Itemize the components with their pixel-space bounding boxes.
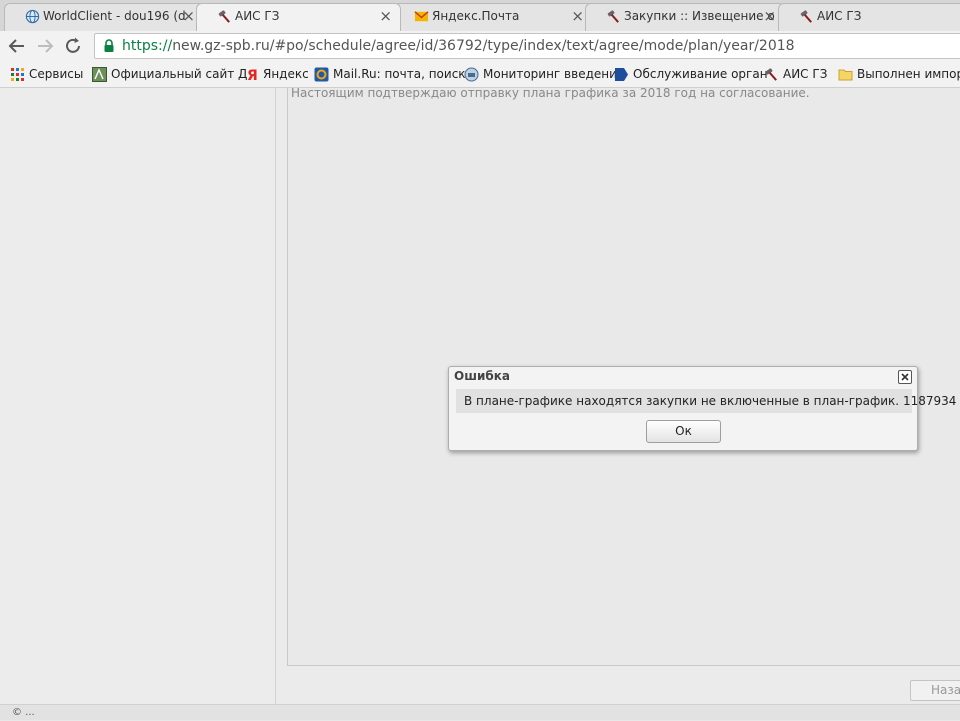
url-scheme: https:// — [122, 38, 173, 54]
bookmark-label: Mail.Ru: почта, поиск — [333, 67, 466, 81]
bookmark-label: Выполнен импорт — [857, 67, 960, 81]
bookmark-label: Обслуживание орган — [633, 67, 768, 81]
tab-yandex-mail[interactable]: Яндекс.Почта × — [393, 3, 593, 31]
hammer-icon — [800, 10, 812, 23]
close-icon[interactable]: × — [379, 4, 392, 28]
close-icon[interactable]: × — [763, 4, 776, 28]
bookmark-label: Мониторинг введени — [483, 67, 617, 81]
left-panel — [0, 88, 276, 704]
bookmark-mailru[interactable]: Mail.Ru: почта, поиск — [312, 62, 473, 87]
close-icon[interactable]: × — [571, 4, 584, 28]
tab-title: Закупки :: Извещение о — [624, 9, 775, 23]
bookmarks-bar: Сервисы Официальный сайт Д Я Яндекс Mail… — [0, 62, 960, 88]
site-icon — [92, 67, 107, 82]
bookmark-services[interactable]: Сервисы — [8, 62, 83, 87]
error-dialog: Ошибка В плане-графике находятся закупки… — [448, 366, 956, 451]
svg-text:Я: Я — [247, 68, 258, 82]
hammer-icon — [765, 68, 777, 81]
tab-ais-gz-2[interactable]: АИС ГЗ — [778, 3, 960, 31]
reload-icon[interactable] — [62, 35, 84, 57]
bookmark-official-site[interactable]: Официальный сайт Д — [90, 62, 251, 87]
address-bar[interactable]: https://new.gz-spb.ru/#po/schedule/agree… — [94, 33, 960, 59]
tab-worldclient[interactable]: WorldClient - dou196 (d × — [4, 3, 204, 31]
bookmark-ais-gz[interactable]: АИС ГЗ — [762, 62, 827, 87]
close-icon[interactable]: × — [182, 4, 195, 28]
tab-strip: WorldClient - dou196 (d × АИС ГЗ × Яндек… — [0, 0, 960, 31]
url-host-path: new.gz-spb.ru/#po/schedule/agree/id/3679… — [172, 38, 795, 54]
yandex-icon: Я — [247, 68, 258, 82]
confirm-text: Настоящим подтверждаю отправку плана гра… — [291, 86, 810, 100]
mail-icon — [414, 11, 429, 22]
mailru-icon — [314, 67, 329, 82]
tab-title: АИС ГЗ — [817, 9, 862, 23]
tab-title: АИС ГЗ — [235, 9, 280, 23]
url-text[interactable]: https://new.gz-spb.ru/#po/schedule/agree… — [122, 34, 795, 58]
monitoring-icon — [464, 67, 479, 82]
tab-title: WorldClient - dou196 (d — [43, 9, 186, 23]
hammer-icon — [218, 10, 230, 23]
tab-title: Яндекс.Почта — [432, 9, 520, 23]
back-arrow-icon[interactable] — [6, 35, 28, 57]
forward-arrow-icon[interactable] — [34, 35, 56, 57]
bookmark-yandex[interactable]: Я Яндекс — [242, 62, 309, 87]
bookmark-label: Яндекс — [263, 67, 309, 81]
close-icon — [901, 373, 909, 381]
folder-icon — [838, 69, 853, 81]
dialog-close-button[interactable] — [898, 370, 912, 384]
bookmark-monitoring[interactable]: Мониторинг введени — [462, 62, 623, 87]
service-icon — [615, 68, 628, 81]
hammer-icon — [607, 10, 619, 23]
back-button[interactable]: Назад — [910, 680, 960, 701]
tab-ais-gz-active[interactable]: АИС ГЗ × — [196, 3, 401, 31]
bookmark-label: АИС ГЗ — [783, 67, 828, 81]
lock-icon — [104, 39, 114, 52]
bookmark-label: Сервисы — [29, 67, 84, 81]
bookmark-label: Официальный сайт Д — [111, 67, 248, 81]
ok-button[interactable]: Ок — [646, 420, 721, 443]
apps-grid-icon — [11, 68, 24, 81]
dialog-message: В плане-графике находятся закупки не вкл… — [456, 389, 956, 413]
globe-icon — [25, 9, 40, 24]
tab-zakupki[interactable]: Закупки :: Извещение о × — [585, 3, 785, 31]
bookmark-service[interactable]: Обслуживание орган — [612, 62, 775, 87]
bookmark-import[interactable]: Выполнен импорт — [836, 62, 960, 87]
dialog-title: Ошибка — [454, 369, 510, 383]
browser-toolbar: https://new.gz-spb.ru/#po/schedule/agree… — [0, 31, 960, 62]
status-bar: © ... — [0, 704, 960, 720]
